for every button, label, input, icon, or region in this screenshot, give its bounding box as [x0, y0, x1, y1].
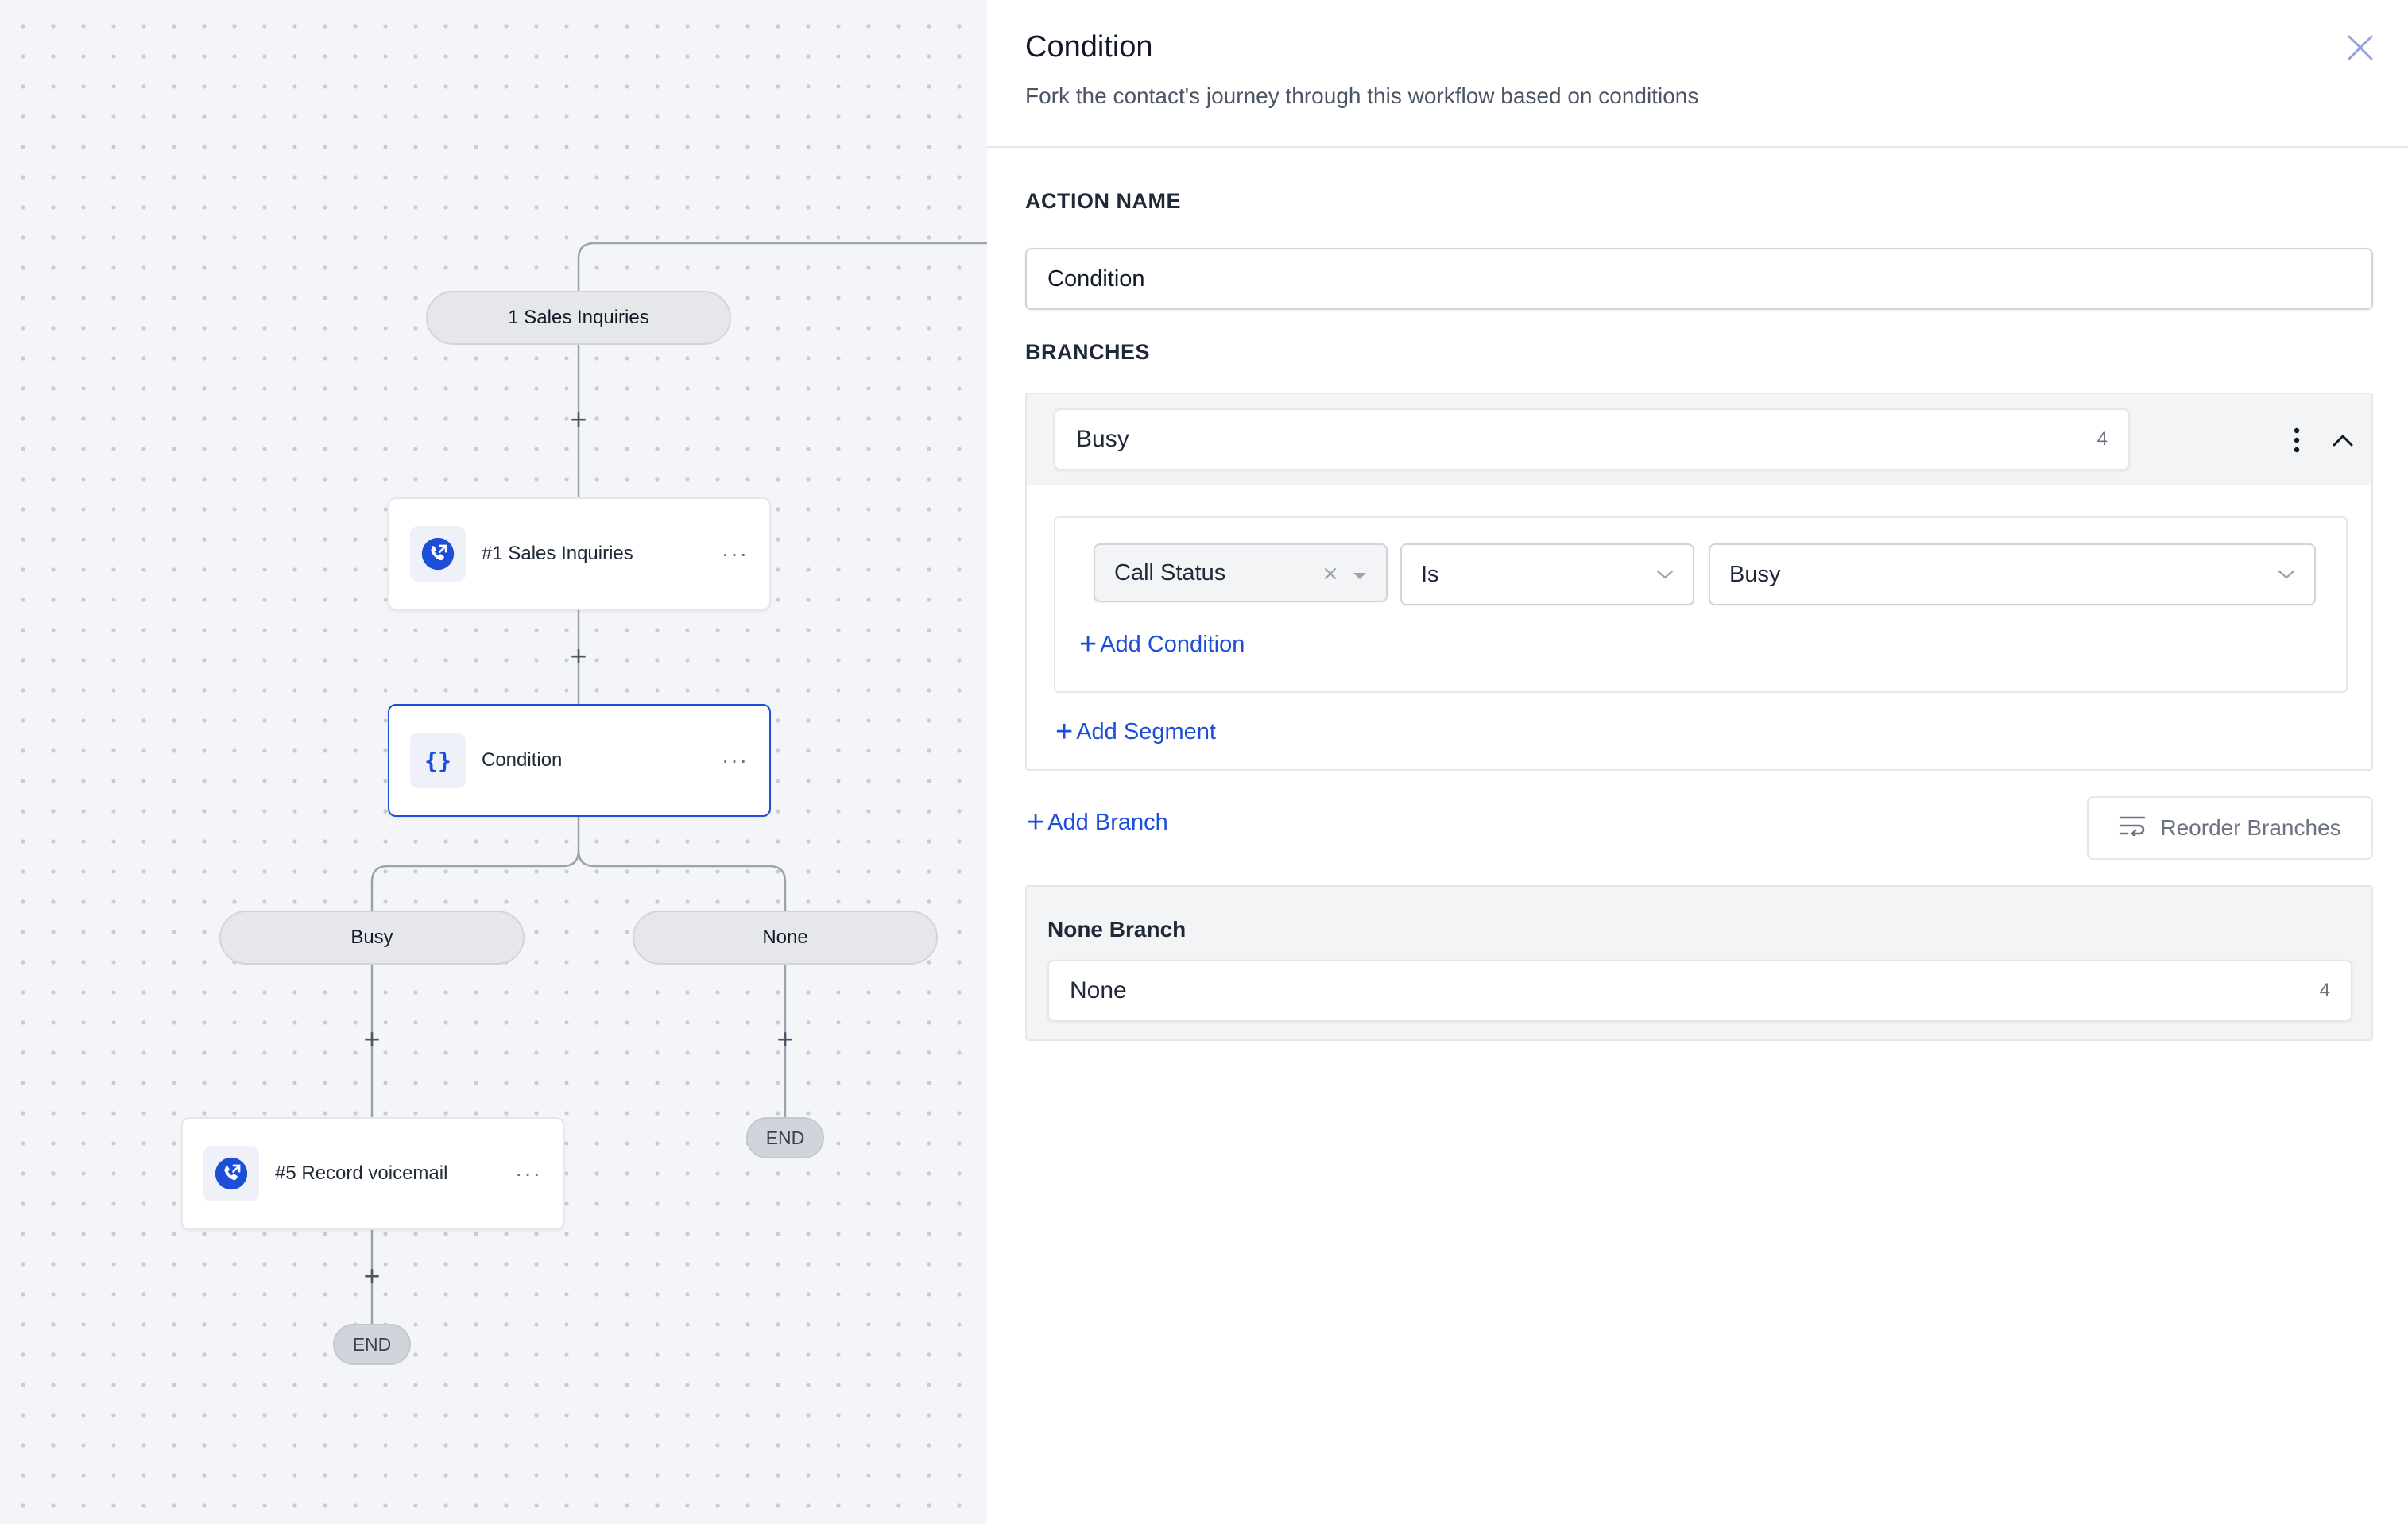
- condition-field-select[interactable]: Call Status: [1094, 543, 1388, 602]
- braces-icon: {}: [410, 733, 466, 788]
- add-branch-link[interactable]: + Add Branch: [1027, 807, 1168, 837]
- condition-segment: Call Status Is Busy + Add Condition: [1054, 516, 2348, 693]
- phone-call-icon: [410, 526, 466, 582]
- add-step-plus-1[interactable]: +: [563, 404, 594, 435]
- condition-value-value: Busy: [1729, 561, 1781, 587]
- condition-field-value: Call Status: [1114, 559, 1226, 586]
- branch-header: Busy 4: [1027, 394, 2371, 485]
- node-condition[interactable]: {} Condition ···: [388, 704, 771, 817]
- add-branch-label: Add Branch: [1047, 809, 1168, 835]
- connector-busy: [370, 817, 580, 911]
- add-step-plus-2[interactable]: +: [563, 640, 594, 672]
- condition-panel: Condition Fork the contact's journey thr…: [987, 0, 2408, 1524]
- branch-card-busy: Busy 4 Call Status Is Busy + Add Conditi…: [1025, 393, 2373, 771]
- condition-operator-select[interactable]: Is: [1400, 543, 1694, 605]
- condition-value-select[interactable]: Busy: [1709, 543, 2316, 605]
- add-segment-label: Add Segment: [1076, 718, 1216, 745]
- add-segment-link[interactable]: + Add Segment: [1055, 717, 1216, 747]
- plus-icon: +: [1079, 628, 1098, 661]
- branch-pill-label: None: [762, 926, 808, 948]
- none-branch-card: None Branch None 4: [1025, 885, 2373, 1041]
- none-branch-title: None Branch: [1047, 917, 1187, 942]
- kebab-menu-icon[interactable]: [2281, 424, 2313, 456]
- node-label: #5 Record voicemail: [275, 1162, 448, 1184]
- branch-name-input[interactable]: Busy 4: [1054, 408, 2130, 470]
- chevron-down-icon: [1656, 570, 1674, 579]
- trigger-pill-label: 1 Sales Inquiries: [508, 307, 649, 328]
- branch-pill-none[interactable]: None: [633, 911, 938, 965]
- plus-icon: +: [1027, 806, 1045, 839]
- none-branch-value: None: [1070, 977, 1127, 1004]
- add-step-plus-voicemail[interactable]: +: [356, 1260, 388, 1292]
- branches-label: BRANCHES: [1025, 340, 1151, 364]
- panel-title: Condition: [1025, 30, 1153, 64]
- node-sales-inquiries[interactable]: #1 Sales Inquiries ···: [388, 497, 771, 610]
- none-branch-counter: 4: [2319, 980, 2330, 1001]
- trigger-pill[interactable]: 1 Sales Inquiries: [426, 291, 731, 345]
- end-label: END: [765, 1127, 805, 1148]
- branch-pill-label: Busy: [350, 926, 393, 948]
- plus-icon: +: [1055, 715, 1074, 748]
- branch-pill-busy[interactable]: Busy: [219, 911, 525, 965]
- action-name-label: ACTION NAME: [1025, 189, 1181, 213]
- reorder-icon: [2119, 815, 2146, 841]
- end-pill-busy: END: [333, 1324, 411, 1365]
- add-condition-label: Add Condition: [1100, 631, 1245, 657]
- reorder-branches-label: Reorder Branches: [2160, 815, 2341, 840]
- add-step-plus-none[interactable]: +: [769, 1023, 801, 1055]
- node-label: Condition: [482, 749, 563, 771]
- end-label: END: [352, 1333, 392, 1355]
- action-name-value: Condition: [1047, 265, 1145, 292]
- phone-call-icon: [203, 1146, 259, 1201]
- node-menu-icon[interactable]: ···: [722, 541, 749, 567]
- braces-glyph: {}: [424, 747, 451, 774]
- close-icon[interactable]: [2341, 29, 2379, 67]
- branch-name-value: Busy: [1076, 426, 1129, 452]
- workflow-canvas[interactable]: 1 Sales Inquiries + #1 Sales Inquiries ·…: [0, 0, 987, 1524]
- node-record-voicemail[interactable]: #5 Record voicemail ···: [181, 1117, 564, 1230]
- reorder-branches-button[interactable]: Reorder Branches: [2087, 796, 2373, 860]
- action-name-input[interactable]: Condition: [1025, 248, 2373, 310]
- add-step-plus-busy[interactable]: +: [356, 1023, 388, 1055]
- branch-name-counter: 4: [2096, 428, 2108, 450]
- add-condition-link[interactable]: + Add Condition: [1079, 629, 1245, 659]
- end-pill-none: END: [746, 1117, 824, 1158]
- node-menu-icon[interactable]: ···: [515, 1161, 542, 1186]
- panel-subtitle: Fork the contact's journey through this …: [1025, 83, 1699, 108]
- chevron-up-icon[interactable]: [2327, 424, 2359, 456]
- clear-icon[interactable]: [1324, 560, 1337, 586]
- connector-top: [577, 242, 987, 291]
- panel-header: Condition Fork the contact's journey thr…: [987, 0, 2408, 148]
- node-menu-icon[interactable]: ···: [722, 748, 749, 773]
- condition-operator-value: Is: [1421, 561, 1439, 587]
- connector-none: [577, 849, 787, 911]
- node-label: #1 Sales Inquiries: [482, 543, 633, 564]
- caret-down-icon[interactable]: [1353, 560, 1367, 586]
- none-branch-input[interactable]: None 4: [1047, 960, 2352, 1022]
- chevron-down-icon: [2278, 570, 2295, 579]
